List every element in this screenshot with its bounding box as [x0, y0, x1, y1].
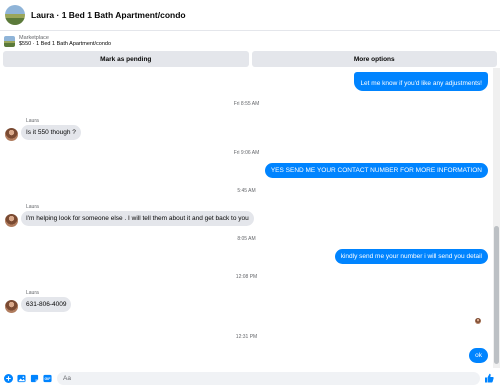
mark-as-pending-button[interactable]: Mark as pending [3, 51, 249, 67]
sender-name: Laura [26, 204, 39, 210]
incoming-message[interactable]: 631-806-4009 [21, 297, 72, 312]
listing-avatar[interactable] [5, 5, 25, 25]
timestamp: 12:31 PM [235, 334, 258, 340]
outgoing-message[interactable]: Let me know if you'd like any adjustment… [354, 72, 488, 91]
listing-actions: Mark as pending More options [3, 51, 497, 67]
messenger-chat-window: Laura · 1 Bed 1 Bath Apartment/condo Mar… [0, 0, 500, 388]
listing-bar[interactable]: Marketplace $550 · 1 Bed 1 Bath Apartmen… [0, 31, 500, 51]
sender-name: Laura [26, 290, 39, 296]
incoming-message[interactable]: I'm helping look for someone else . I wi… [21, 211, 254, 226]
gif-icon[interactable]: GIF [42, 373, 52, 383]
image-icon[interactable] [16, 373, 26, 383]
svg-text:GIF: GIF [44, 377, 51, 381]
seen-avatar [475, 318, 481, 324]
incoming-message[interactable]: Is it 550 though ? [21, 125, 81, 140]
more-options-button[interactable]: More options [251, 51, 497, 67]
plus-circle-icon[interactable] [3, 373, 13, 383]
avatar[interactable] [5, 214, 18, 227]
scrollbar-thumb[interactable] [494, 226, 499, 364]
outgoing-message[interactable]: YES SEND ME YOUR CONTACT NUMBER FOR MORE… [264, 163, 488, 178]
outgoing-message[interactable]: kindly send me your number i will send y… [334, 249, 488, 264]
timestamp: Fri 9:06 AM [233, 150, 260, 156]
avatar[interactable] [5, 300, 18, 313]
timestamp: Fri 8:55 AM [233, 101, 260, 107]
message-input[interactable]: Aa [57, 371, 480, 385]
avatar[interactable] [5, 128, 18, 141]
chat-header: Laura · 1 Bed 1 Bath Apartment/condo [0, 0, 500, 31]
composer: GIF Aa [0, 368, 500, 388]
outgoing-message[interactable]: ok [469, 348, 488, 363]
message-list[interactable]: Let me know if you'd like any adjustment… [0, 68, 493, 368]
timestamp: 8:05 AM [237, 236, 256, 242]
chat-title[interactable]: Laura · 1 Bed 1 Bath Apartment/condo [31, 10, 186, 20]
timestamp: 5:45 AM [237, 188, 256, 194]
sticker-icon[interactable] [29, 373, 39, 383]
sender-name: Laura [26, 118, 39, 124]
listing-subtitle: $550 · 1 Bed 1 Bath Apartment/condo [19, 41, 112, 47]
thumbs-up-icon[interactable] [484, 373, 494, 383]
listing-thumbnail[interactable] [4, 35, 15, 47]
timestamp: 12:08 PM [235, 274, 258, 280]
